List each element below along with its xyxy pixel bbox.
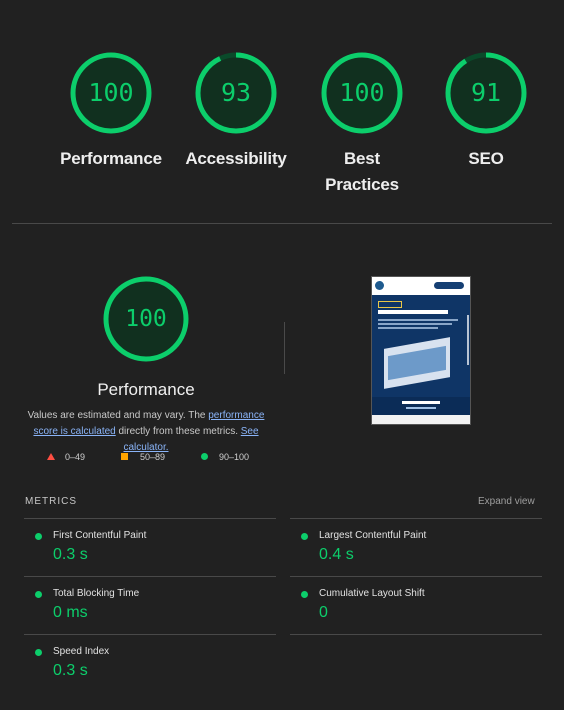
thumb-tag (378, 301, 402, 308)
pass-dot-icon (35, 591, 42, 598)
gauge-seo[interactable]: 91 SEO (426, 50, 546, 172)
pass-dot-icon (301, 591, 308, 598)
vertical-divider (284, 322, 285, 374)
performance-title: Performance (97, 380, 195, 399)
metric-label: Largest Contentful Paint (319, 530, 427, 541)
gauge-label: Accessibility (185, 149, 287, 168)
score-ring: 100 (101, 274, 191, 364)
thumb-heading (378, 310, 448, 314)
legend-range: 50–89 (140, 452, 166, 462)
section-divider (12, 223, 552, 224)
pass-dot-icon (35, 649, 42, 656)
metric-value: 0.3 s (53, 546, 88, 563)
score-value: 100 (88, 78, 134, 107)
gauge-best-practices[interactable]: 100 Best Practices (302, 50, 422, 198)
gauge-performance[interactable]: 100 Performance (51, 50, 171, 172)
final-screenshot-thumbnail[interactable] (371, 276, 471, 425)
thumb-text-line (378, 319, 458, 321)
score-ring: 100 (319, 50, 405, 136)
legend-range: 0–49 (65, 452, 86, 462)
score-ring: 91 (443, 50, 529, 136)
score-value: 91 (470, 78, 502, 107)
metric-value: 0 ms (53, 604, 88, 621)
gauge-label: SEO (468, 149, 504, 168)
desc-middle: directly from these metrics. (115, 426, 241, 437)
score-value: 100 (339, 78, 385, 107)
thumb-logo-icon (375, 281, 384, 290)
score-ring: 93 (193, 50, 279, 136)
thumb-text-line (378, 327, 438, 329)
pass-dot-icon (35, 533, 42, 540)
metric-label: Cumulative Layout Shift (319, 588, 425, 599)
metric-first-contentful-paint: First Contentful Paint 0.3 s (24, 518, 276, 577)
thumb-button (434, 282, 464, 289)
metric-value: 0.4 s (319, 546, 354, 563)
score-value: 93 (220, 78, 252, 107)
performance-description: Values are estimated and may vary. The p… (20, 408, 272, 456)
metric-total-blocking-time: Total Blocking Time 0 ms (24, 576, 276, 635)
desc-prefix: Values are estimated and may vary. The (27, 410, 209, 421)
score-ring: 100 (68, 50, 154, 136)
metric-label: Speed Index (53, 646, 110, 657)
legend-range: 90–100 (219, 452, 250, 462)
category-gauges: 100 Performance 93 Accessibility 100 Bes… (0, 50, 564, 210)
pass-dot-icon (301, 533, 308, 540)
metric-speed-index: Speed Index 0.3 s (24, 634, 276, 693)
gauge-label: Performance (60, 149, 162, 168)
thumb-footer-title (402, 401, 440, 404)
metric-label: Total Blocking Time (53, 588, 140, 599)
circle-icon (201, 453, 208, 460)
metric-value: 0.3 s (53, 662, 88, 679)
thumb-footer-sub (406, 407, 436, 409)
metric-value: 0 (319, 604, 328, 621)
metric-cumulative-layout-shift: Cumulative Layout Shift 0 (290, 576, 542, 635)
gauge-label: Best Practices (325, 149, 399, 194)
thumb-hero (372, 295, 470, 397)
score-value: 100 (125, 306, 167, 332)
thumb-scrollbar (467, 315, 469, 365)
gauge-accessibility[interactable]: 93 Accessibility (176, 50, 296, 172)
triangle-icon (47, 453, 55, 460)
thumb-text-line (378, 323, 452, 325)
metrics-bottom-divider (290, 634, 542, 636)
expand-view-toggle[interactable]: Expand view (478, 496, 535, 507)
metric-largest-contentful-paint: Largest Contentful Paint 0.4 s (290, 518, 542, 577)
thumb-header (372, 277, 470, 295)
square-icon (121, 453, 128, 460)
performance-detail-gauge: 100 (96, 274, 196, 364)
metrics-heading: METRICS (25, 496, 77, 507)
metric-label: First Contentful Paint (53, 530, 147, 541)
thumb-footer (372, 397, 470, 415)
